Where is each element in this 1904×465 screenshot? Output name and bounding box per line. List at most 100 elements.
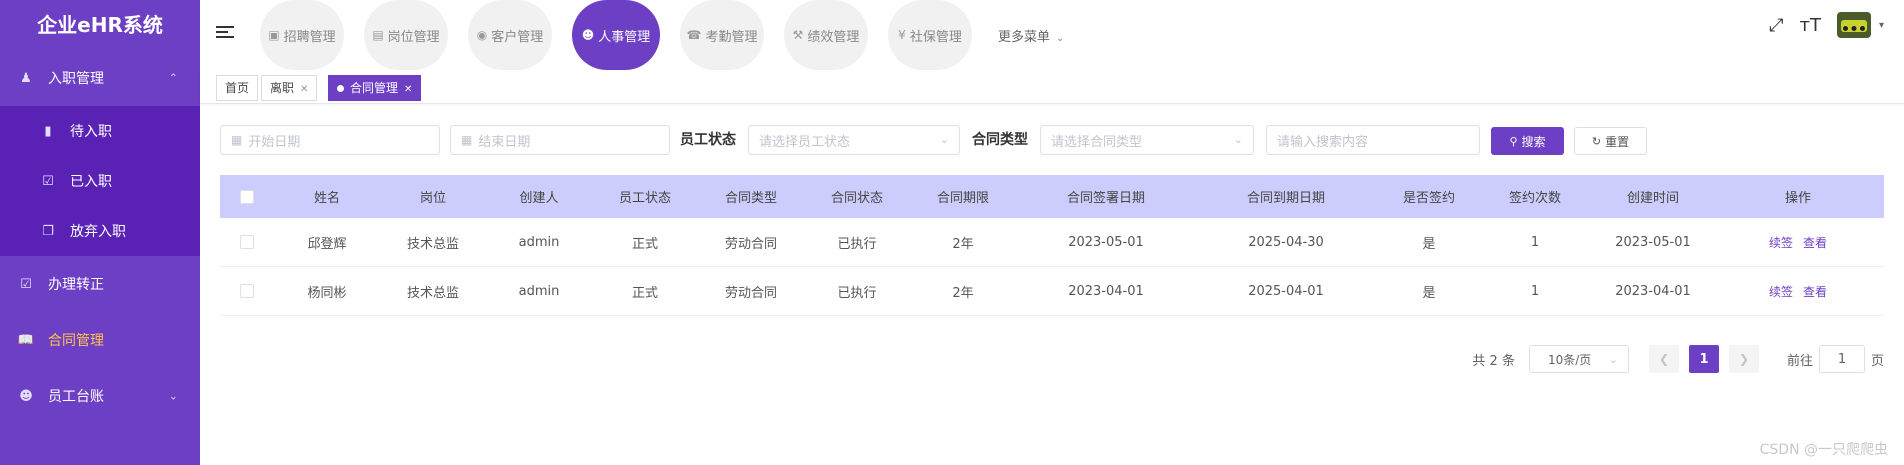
check-square-icon: ☑	[20, 276, 32, 292]
sidebar-item-label: 员工台账	[48, 389, 104, 405]
module-label: 社保管理	[909, 29, 962, 45]
next-page-button[interactable]: ❯	[1728, 345, 1759, 373]
font-size-icon[interactable]: ᴛT	[1799, 15, 1820, 36]
page-size-select[interactable]: 10条/页 ⌄	[1528, 345, 1629, 373]
module-label: 绩效管理	[807, 29, 860, 45]
calendar-icon: ▦	[461, 133, 473, 147]
module-nav: ▣ 招聘管理 ▤ 岗位管理 ◉ 客户管理 ☻ 人事管理 ☎ 考勤管理 ⚒ 绩效管理 ¥ 社保管…	[260, 0, 1064, 70]
sidebar-item-pending-onboarding[interactable]: ▮ 待入职	[0, 106, 200, 156]
tag-resignation[interactable]: 离职 ✕	[261, 75, 318, 101]
col-header: 员工状态	[618, 191, 671, 206]
onboarding-submenu: ▮ 待入职 ☑ 已入职 ❐ 放弃入职	[0, 106, 200, 256]
cell-employee-status: 正式	[631, 285, 658, 301]
cell-sign-date: 2023-05-01	[1068, 234, 1144, 250]
fullscreen-icon[interactable]: ⤢	[1769, 15, 1783, 36]
view-link[interactable]: 查看	[1803, 236, 1827, 250]
cell-contract-status: 已执行	[837, 285, 877, 301]
col-header: 创建时间	[1626, 191, 1679, 206]
sidebar: 企业eHR系统 ♟ 入职管理 ⌃ ▮ 待入职 ☑ 已入职 ❐ 放弃入职 ☑ 办理…	[0, 0, 200, 465]
sidebar-item-label: 已入职	[70, 174, 112, 190]
contract-type-select[interactable]: 请选择合同类型 ⌄	[1040, 125, 1254, 155]
cell-expire-date: 2025-04-30	[1248, 234, 1324, 250]
person-icon: ☻	[19, 388, 33, 404]
cell-actions: 续签 查看	[1718, 283, 1878, 300]
filter-bar: ▦ 开始日期 ▦ 结束日期 员工状态 请选择员工状态 ⌄ 合同类型 请选择合同类…	[220, 125, 1884, 155]
watermark: CSDN @一只爬爬虫	[1759, 442, 1888, 458]
cell-employee-status: 正式	[631, 236, 658, 252]
module-label: 客户管理	[491, 29, 544, 45]
module-customers[interactable]: ◉ 客户管理	[468, 0, 552, 70]
book-icon: ▮	[44, 123, 52, 139]
reset-button[interactable]: ↻ 重置	[1574, 127, 1647, 155]
module-positions[interactable]: ▤ 岗位管理	[364, 0, 448, 70]
menu-toggle-icon[interactable]	[216, 26, 234, 42]
sidebar-item-onboarded[interactable]: ☑ 已入职	[0, 156, 200, 206]
sidebar-item-employee-ledger[interactable]: ☻ 员工台账 ⌄	[0, 368, 200, 424]
cell-position: 技术总监	[406, 236, 459, 252]
sidebar-item-abandoned-onboarding[interactable]: ❐ 放弃入职	[0, 206, 200, 256]
person-icon: ☻	[581, 28, 595, 42]
search-input[interactable]: 请输入搜索内容	[1266, 125, 1480, 155]
caret-down-icon[interactable]: ▾	[1879, 20, 1884, 31]
row-checkbox[interactable]	[240, 235, 254, 249]
copy-icon: ❐	[42, 223, 54, 239]
refresh-icon: ↻	[1591, 134, 1602, 148]
row-checkbox[interactable]	[240, 284, 254, 298]
cell-created: 2023-05-01	[1615, 234, 1691, 250]
end-date-input[interactable]: ▦ 结束日期	[450, 125, 670, 155]
renew-link[interactable]: 续签	[1769, 285, 1793, 299]
col-header: 岗位	[419, 191, 446, 206]
table-row: 邱登辉 技术总监 admin 正式 劳动合同 已执行 2年 2023-05-01…	[220, 218, 1884, 267]
prev-page-button[interactable]: ❮	[1648, 345, 1679, 373]
col-header: 签约次数	[1508, 191, 1561, 206]
module-social-insurance[interactable]: ¥ 社保管理	[888, 0, 972, 70]
col-header: 合同期限	[936, 191, 989, 206]
goto-page-input[interactable]: 1	[1818, 345, 1865, 373]
tags-view: 首页 离职 ✕ 合同管理 ✕	[200, 70, 1904, 104]
more-menu-label: 更多菜单	[998, 29, 1051, 45]
sidebar-item-label: 办理转正	[48, 277, 104, 293]
contract-type-label: 合同类型	[972, 132, 1028, 148]
module-recruitment[interactable]: ▣ 招聘管理	[260, 0, 344, 70]
more-menu[interactable]: 更多菜单 ⌄	[998, 26, 1064, 45]
avatar[interactable]	[1836, 12, 1871, 38]
active-dot-icon	[337, 85, 344, 92]
contract-type-placeholder: 请选择合同类型	[1051, 134, 1143, 150]
attendance-icon: ☎	[686, 28, 702, 42]
cell-contract-status: 已执行	[837, 236, 877, 252]
tag-contract-management[interactable]: 合同管理 ✕	[328, 75, 422, 101]
cell-signed: 是	[1422, 236, 1436, 252]
search-button[interactable]: ⚲ 搜索	[1491, 127, 1564, 155]
col-header: 创建人	[519, 191, 559, 206]
chevron-down-icon: ⌄	[1233, 133, 1243, 146]
sidebar-item-contract-management[interactable]: 📖 合同管理	[0, 312, 200, 368]
sidebar-item-onboarding[interactable]: ♟ 入职管理 ⌃	[0, 50, 200, 106]
col-header: 操作	[1784, 191, 1811, 206]
tag-home[interactable]: 首页	[216, 75, 259, 101]
module-attendance[interactable]: ☎ 考勤管理	[680, 0, 764, 70]
globe-icon: ◉	[476, 28, 488, 42]
close-icon[interactable]: ✕	[404, 84, 412, 95]
cell-term: 2年	[952, 236, 974, 252]
cell-contract-type: 劳动合同	[724, 285, 777, 301]
start-date-input[interactable]: ▦ 开始日期	[220, 125, 440, 155]
close-icon[interactable]: ✕	[300, 84, 308, 95]
end-date-placeholder: 结束日期	[478, 134, 531, 150]
tag-label: 首页	[225, 81, 250, 95]
reset-button-label: 重置	[1605, 134, 1630, 149]
cell-sign-date: 2023-04-01	[1068, 283, 1144, 299]
chevron-down-icon: ⌄	[168, 389, 178, 403]
module-hr[interactable]: ☻ 人事管理	[572, 0, 660, 70]
row-select-cell	[220, 235, 274, 250]
select-all-checkbox[interactable]	[240, 189, 254, 204]
performance-icon: ⚒	[792, 28, 804, 42]
sidebar-item-regularization[interactable]: ☑ 办理转正	[0, 256, 200, 312]
view-link[interactable]: 查看	[1803, 285, 1827, 299]
module-performance[interactable]: ⚒ 绩效管理	[784, 0, 868, 70]
employee-status-select[interactable]: 请选择员工状态 ⌄	[748, 125, 960, 155]
col-header: 合同类型	[724, 191, 777, 206]
cell-name: 邱登辉	[307, 236, 347, 252]
page-number-current[interactable]: 1	[1688, 345, 1719, 373]
renew-link[interactable]: 续签	[1769, 236, 1793, 250]
col-header: 合同到期日期	[1246, 191, 1325, 206]
